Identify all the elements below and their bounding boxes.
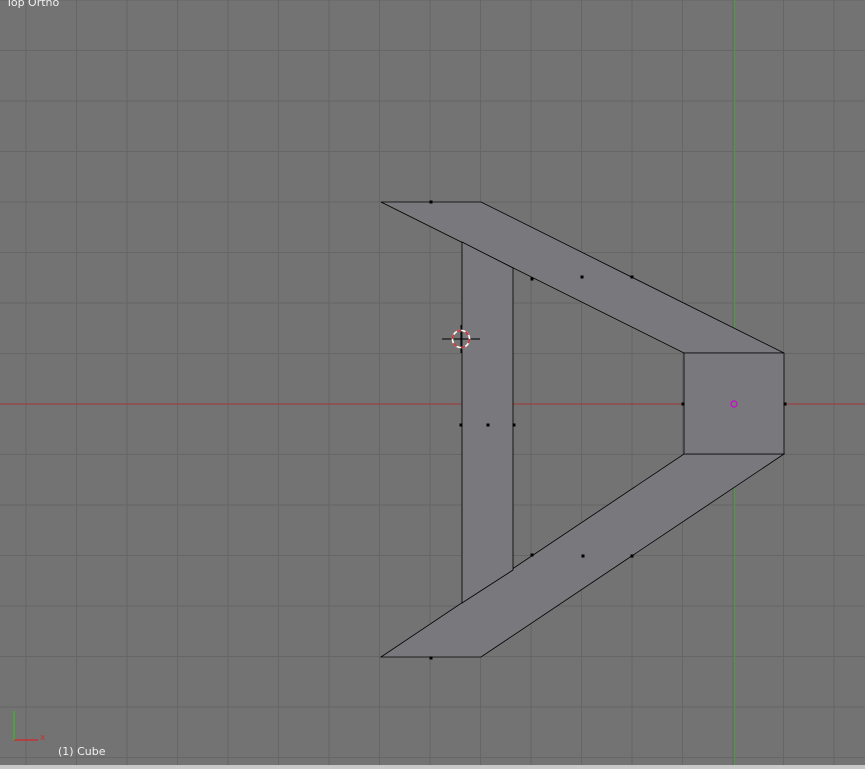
view-name-label: Top Ortho (6, 0, 60, 9)
vertex-point[interactable] (429, 200, 433, 204)
vertex-point[interactable] (783, 402, 787, 406)
vertex-point[interactable] (459, 423, 463, 427)
mesh-face-vertical-bar[interactable] (461, 241, 514, 604)
vertex-point[interactable] (630, 554, 634, 558)
viewport-bottom-edge (0, 765, 865, 769)
active-object-label: (1) Cube (58, 745, 106, 758)
vertex-point[interactable] (581, 554, 585, 558)
mesh-face-center-box[interactable] (683, 352, 785, 455)
mesh-object[interactable] (379, 201, 786, 658)
vertex-point[interactable] (580, 275, 584, 279)
vertex-point[interactable] (530, 277, 534, 281)
vertex-point[interactable] (530, 553, 534, 557)
vertex-point[interactable] (681, 402, 685, 406)
vertex-point[interactable] (486, 423, 490, 427)
vertex-point[interactable] (512, 423, 516, 427)
axis-gizmo-icon: x (13, 711, 46, 743)
vertex-point[interactable] (429, 656, 433, 660)
viewport-canvas[interactable] (0, 0, 865, 769)
axis-x-label: x (40, 733, 46, 743)
3d-viewport[interactable]: Top Ortho x (1) Cube (0, 0, 865, 769)
vertex-point[interactable] (630, 275, 634, 279)
